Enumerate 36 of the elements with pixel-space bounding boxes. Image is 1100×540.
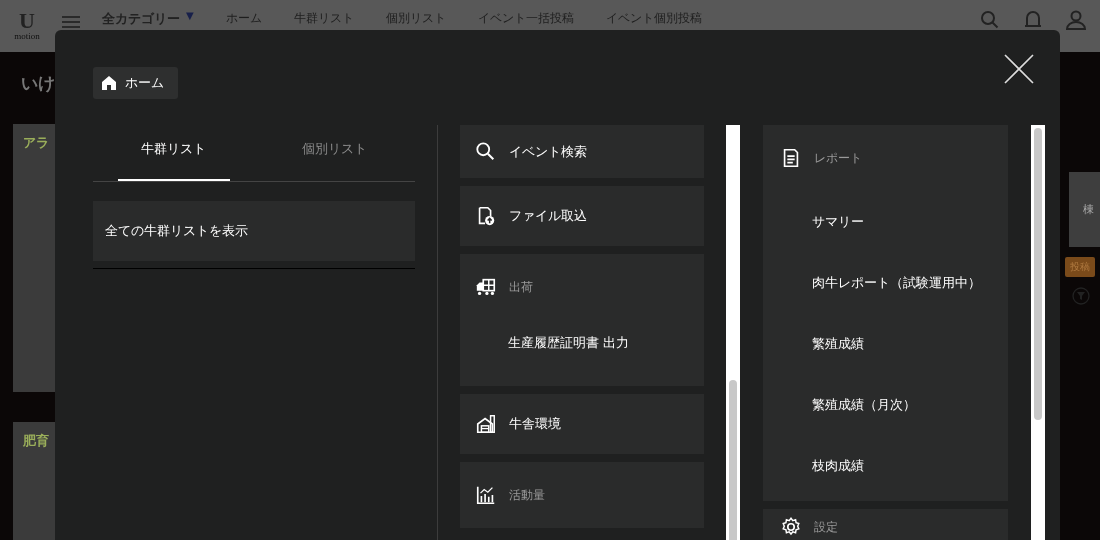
- user-icon[interactable]: [1066, 10, 1086, 30]
- settings-icon: [780, 516, 802, 538]
- tab[interactable]: 個別リスト: [254, 125, 415, 181]
- menu-item[interactable]: 生産履歴証明書 出力: [460, 320, 704, 366]
- home-button[interactable]: ホーム: [93, 67, 178, 99]
- barn-icon: [475, 413, 497, 435]
- menu-group-title: レポート: [814, 149, 862, 167]
- menu-item[interactable]: イベント検索: [460, 125, 704, 178]
- search-icon[interactable]: [980, 10, 1000, 30]
- scrollbar[interactable]: [1031, 125, 1045, 540]
- farm-name: いけ: [21, 72, 55, 94]
- search-icon: [475, 140, 497, 163]
- tab[interactable]: 牛群リスト: [93, 125, 254, 181]
- menu-item[interactable]: 繁殖成績: [763, 313, 1008, 374]
- caret-icon: ▼: [186, 10, 194, 21]
- truck-icon: [475, 276, 497, 298]
- menu-group-title: 出荷: [509, 278, 533, 296]
- menu-item[interactable]: サマリー: [763, 191, 1008, 252]
- menu-item[interactable]: 繁殖成績（月次）: [763, 374, 1008, 435]
- menu-group-title: 活動量: [509, 486, 545, 504]
- scrollbar[interactable]: [726, 125, 740, 540]
- bell-icon[interactable]: [1024, 10, 1042, 30]
- home-icon: [101, 75, 117, 91]
- menu-item[interactable]: ファイル取込: [460, 186, 704, 246]
- close-button[interactable]: [1004, 54, 1034, 84]
- unit-label: 棟: [1069, 172, 1100, 247]
- list-item[interactable]: 全ての牛群リストを表示: [93, 201, 415, 269]
- menu-group-title: 設定: [814, 518, 838, 536]
- menu-icon[interactable]: [62, 16, 80, 28]
- menu-item[interactable]: 牛舎環境: [460, 394, 704, 454]
- menu-item[interactable]: 肉牛レポート（試験運用中）: [763, 252, 1008, 313]
- bar-chart-icon: [475, 484, 497, 506]
- menu-item[interactable]: 枝肉成績: [763, 435, 1008, 496]
- panel-title: アラ: [23, 135, 49, 150]
- filter-icon[interactable]: [1072, 287, 1090, 305]
- panel-title: 肥育: [23, 433, 49, 448]
